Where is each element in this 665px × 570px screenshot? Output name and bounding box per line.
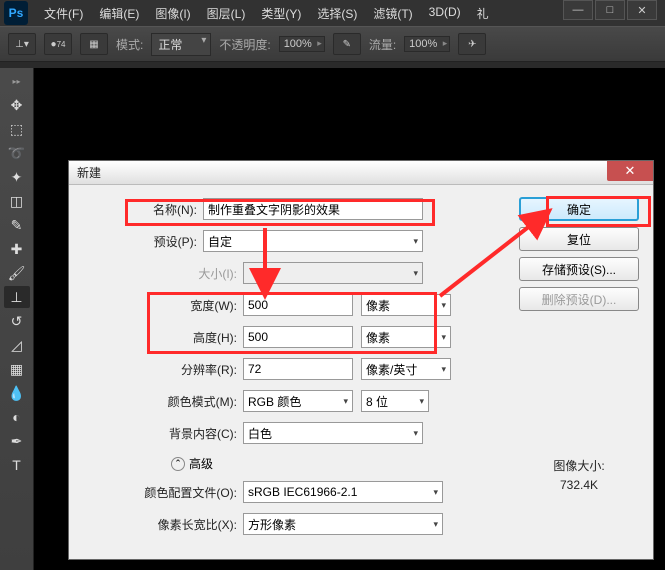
doc-size-select	[243, 262, 423, 284]
bit-depth-select[interactable]: 8 位	[361, 390, 429, 412]
history-brush-tool[interactable]: ↺	[4, 310, 30, 332]
opacity-pressure-icon[interactable]: ✎	[333, 33, 361, 55]
name-input[interactable]	[203, 198, 423, 220]
menu-type[interactable]: 类型(Y)	[253, 1, 309, 26]
chevron-icon: ⌃	[171, 457, 185, 471]
width-label: 宽度(W):	[83, 297, 243, 314]
brush-panel-icon[interactable]: ▦	[80, 33, 108, 55]
dialog-titlebar[interactable]: 新建 ✕	[69, 161, 653, 185]
crop-tool[interactable]: ◫	[4, 190, 30, 212]
profile-select[interactable]: sRGB IEC61966-2.1	[243, 481, 443, 503]
menu-select[interactable]: 选择(S)	[309, 1, 365, 26]
app-logo: Ps	[4, 1, 28, 25]
delete-preset-button: 删除预设(D)...	[519, 287, 639, 311]
resolution-unit-select[interactable]: 像素/英寸	[361, 358, 451, 380]
aspect-select[interactable]: 方形像素	[243, 513, 443, 535]
height-input[interactable]	[243, 326, 353, 348]
bg-label: 背景内容(C):	[83, 425, 243, 442]
doc-size-label: 大小(I):	[83, 265, 243, 282]
dodge-tool[interactable]: ◐	[4, 406, 30, 428]
opacity-label: 不透明度:	[219, 36, 270, 53]
reset-button[interactable]: 复位	[519, 227, 639, 251]
eraser-tool[interactable]: ◿	[4, 334, 30, 356]
tool-preset-icon[interactable]: ⊥▾	[8, 33, 36, 55]
pen-tool[interactable]: ✒	[4, 430, 30, 452]
image-size-label: 图像大小:	[519, 457, 639, 474]
preset-select[interactable]: 自定	[203, 230, 423, 252]
toolbox: ▸▸ ✥ ⬚ ➰ ✦ ◫ ✎ ✚ 🖌 ⊥ ↺ ◿ ▦ 💧 ◐ ✒ T	[0, 68, 34, 570]
new-document-dialog: 新建 ✕ 名称(N): 预设(P): 自定 大小(I): 宽度(W): 像素	[68, 160, 654, 560]
color-mode-select[interactable]: RGB 颜色	[243, 390, 353, 412]
flow-value[interactable]: 100%	[404, 36, 450, 52]
heal-tool[interactable]: ✚	[4, 238, 30, 260]
profile-label: 颜色配置文件(O):	[83, 484, 243, 501]
options-bar: ⊥▾ ●74 ▦ 模式: 正常 不透明度: 100% ✎ 流量: 100% ✈	[0, 26, 665, 62]
toolbox-expand-icon[interactable]: ▸▸	[4, 70, 30, 92]
opacity-value[interactable]: 100%	[279, 36, 325, 52]
ok-button[interactable]: 确定	[519, 197, 639, 221]
move-tool[interactable]: ✥	[4, 94, 30, 116]
blend-mode-select[interactable]: 正常	[151, 33, 211, 56]
window-controls: — □ ✕	[561, 0, 657, 20]
wand-tool[interactable]: ✦	[4, 166, 30, 188]
eyedropper-tool[interactable]: ✎	[4, 214, 30, 236]
stamp-tool[interactable]: ⊥	[4, 286, 30, 308]
dialog-close-button[interactable]: ✕	[607, 161, 653, 181]
bg-select[interactable]: 白色	[243, 422, 423, 444]
color-mode-label: 颜色模式(M):	[83, 393, 243, 410]
airbrush-icon[interactable]: ✈	[458, 33, 486, 55]
dialog-title: 新建	[77, 164, 101, 181]
gradient-tool[interactable]: ▦	[4, 358, 30, 380]
brush-tool[interactable]: 🖌	[4, 262, 30, 284]
width-unit-select[interactable]: 像素	[361, 294, 451, 316]
advanced-label: 高级	[189, 455, 213, 472]
close-button[interactable]: ✕	[627, 0, 657, 20]
menu-image[interactable]: 图像(I)	[147, 1, 198, 26]
menu-edit[interactable]: 编辑(E)	[91, 1, 147, 26]
mode-label: 模式:	[116, 36, 143, 53]
lasso-tool[interactable]: ➰	[4, 142, 30, 164]
menu-file[interactable]: 文件(F)	[36, 1, 91, 26]
height-unit-select[interactable]: 像素	[361, 326, 451, 348]
image-size-value: 732.4K	[519, 478, 639, 492]
image-size-info: 图像大小: 732.4K	[519, 457, 639, 492]
menu-filter[interactable]: 滤镜(T)	[365, 1, 420, 26]
menubar: 文件(F) 编辑(E) 图像(I) 图层(L) 类型(Y) 选择(S) 滤镜(T…	[36, 1, 497, 26]
type-tool[interactable]: T	[4, 454, 30, 476]
minimize-button[interactable]: —	[563, 0, 593, 20]
height-label: 高度(H):	[83, 329, 243, 346]
maximize-button[interactable]: □	[595, 0, 625, 20]
save-preset-button[interactable]: 存储预设(S)...	[519, 257, 639, 281]
name-label: 名称(N):	[83, 201, 203, 218]
brush-preset-icon[interactable]: ●74	[44, 33, 72, 55]
resolution-input[interactable]	[243, 358, 353, 380]
titlebar: Ps 文件(F) 编辑(E) 图像(I) 图层(L) 类型(Y) 选择(S) 滤…	[0, 0, 665, 26]
resolution-label: 分辨率(R):	[83, 361, 243, 378]
menu-layer[interactable]: 图层(L)	[199, 1, 254, 26]
advanced-toggle[interactable]: ⌃ 高级	[171, 455, 519, 472]
flow-label: 流量:	[369, 36, 396, 53]
marquee-tool[interactable]: ⬚	[4, 118, 30, 140]
menu-3d[interactable]: 3D(D)	[421, 1, 469, 26]
preset-label: 预设(P):	[83, 233, 203, 250]
blur-tool[interactable]: 💧	[4, 382, 30, 404]
aspect-label: 像素长宽比(X):	[83, 516, 243, 533]
width-input[interactable]	[243, 294, 353, 316]
menu-more[interactable]: 礼	[469, 1, 497, 26]
